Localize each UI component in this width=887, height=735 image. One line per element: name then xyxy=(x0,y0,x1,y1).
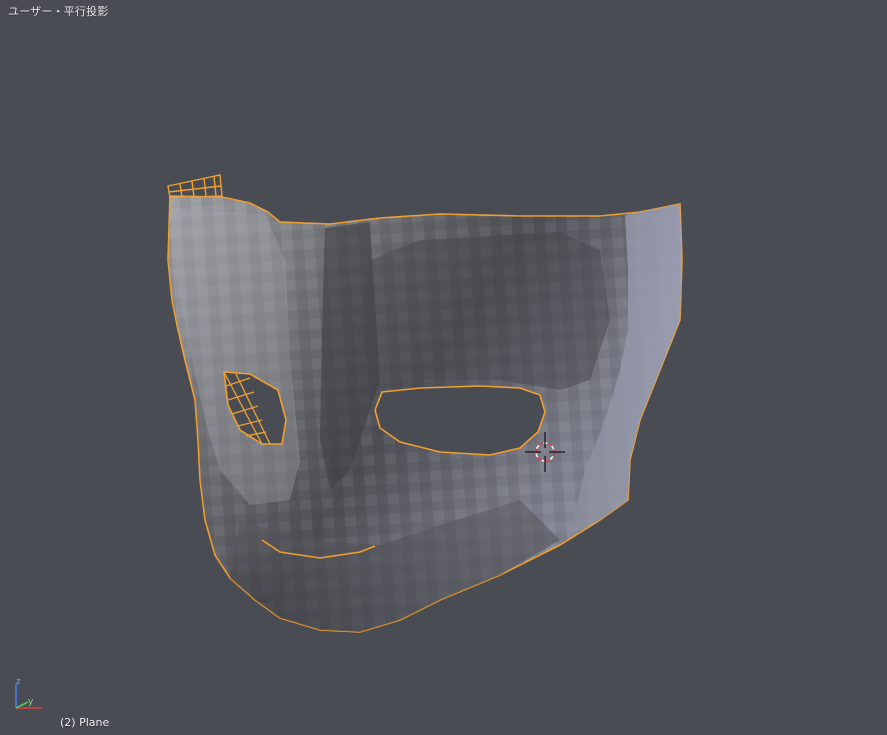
viewport-scene[interactable] xyxy=(0,0,887,735)
strap-wireframe-top xyxy=(167,174,223,199)
axis-gizmo: z y xyxy=(8,672,48,716)
3d-viewport[interactable]: ユーザー・平行投影 z y (2) Plane xyxy=(0,0,887,735)
mask-brow-shade xyxy=(360,232,610,390)
y-axis-icon xyxy=(15,701,29,709)
gizmo-z-label: z xyxy=(16,677,21,687)
gizmo-y-label: y xyxy=(28,697,34,707)
active-object-label: (2) Plane xyxy=(60,716,110,729)
